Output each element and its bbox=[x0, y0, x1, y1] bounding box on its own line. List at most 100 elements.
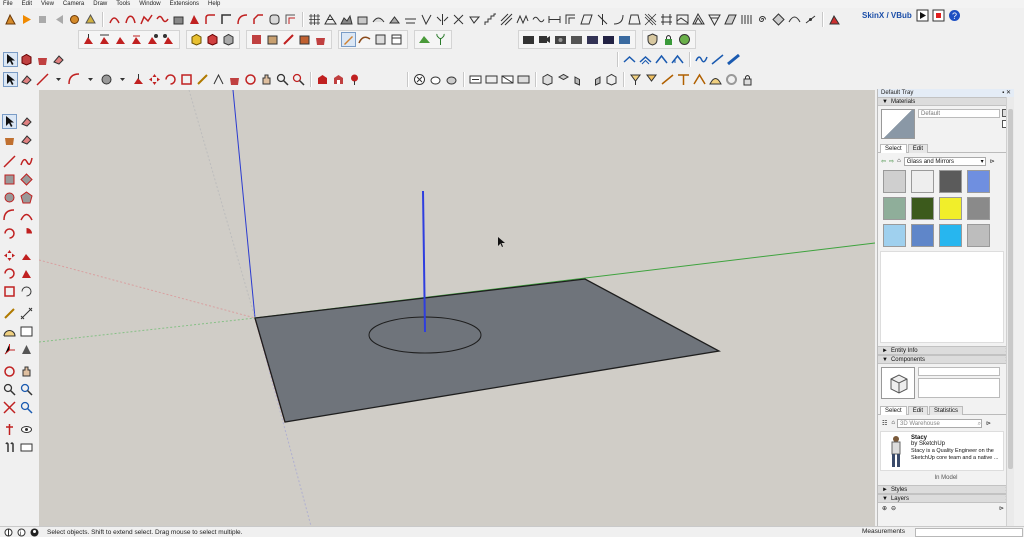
material-swatch-blue-cloud-glass[interactable] bbox=[911, 224, 934, 247]
corner-icon[interactable] bbox=[219, 12, 234, 27]
zoom-icon[interactable] bbox=[275, 72, 290, 87]
roof-blue-icon[interactable] bbox=[670, 52, 685, 67]
material-swatch-clear-glass[interactable] bbox=[883, 170, 906, 193]
left-move-icon[interactable] bbox=[2, 248, 17, 263]
tray-pin-icon[interactable]: ▪ ✕ bbox=[1002, 89, 1011, 97]
pan-icon[interactable] bbox=[259, 72, 274, 87]
left-3dtext-icon[interactable] bbox=[19, 342, 34, 357]
polyline-icon[interactable] bbox=[139, 12, 154, 27]
offset-icon[interactable] bbox=[283, 12, 298, 27]
curve-brown-icon[interactable] bbox=[357, 32, 372, 47]
push-pull-red-icon[interactable] bbox=[81, 32, 96, 47]
bevel-red-icon[interactable] bbox=[129, 32, 144, 47]
left-pan-icon[interactable] bbox=[19, 364, 34, 379]
left-arc-icon[interactable] bbox=[2, 208, 17, 223]
hatch-icon[interactable] bbox=[499, 12, 514, 27]
package-icon[interactable] bbox=[297, 32, 312, 47]
bezier-icon[interactable] bbox=[123, 12, 138, 27]
push-pull-icon[interactable] bbox=[131, 72, 146, 87]
export-icon[interactable] bbox=[617, 32, 632, 47]
section-plane-icon[interactable] bbox=[468, 72, 483, 87]
details-icon[interactable]: ⊳ bbox=[990, 158, 995, 165]
credits-icon[interactable]: i bbox=[17, 528, 26, 537]
forward-icon[interactable]: ⇨ bbox=[889, 158, 894, 165]
materials-tab-select[interactable]: Select bbox=[880, 144, 907, 153]
shield-icon[interactable] bbox=[645, 32, 660, 47]
menu-extensions[interactable]: Extensions bbox=[170, 0, 199, 8]
entity-info-header[interactable]: ►Entity Info ✕ bbox=[878, 346, 1014, 355]
video-icon[interactable] bbox=[537, 32, 552, 47]
material-name-field[interactable]: Default bbox=[918, 109, 1000, 118]
twist-icon[interactable] bbox=[595, 12, 610, 27]
left-zoomwin-icon[interactable] bbox=[19, 382, 34, 397]
front-view-icon[interactable] bbox=[572, 72, 587, 87]
view-options-icon[interactable]: ☷ bbox=[882, 420, 887, 427]
teapot-icon[interactable] bbox=[428, 72, 443, 87]
left-protractor-icon[interactable] bbox=[2, 324, 17, 339]
material-swatch-yellow-glass[interactable] bbox=[939, 197, 962, 220]
left-erase2-icon[interactable] bbox=[19, 132, 34, 147]
tape-icon[interactable] bbox=[195, 72, 210, 87]
section-display-icon[interactable] bbox=[484, 72, 499, 87]
pencil-orange-icon[interactable] bbox=[341, 31, 356, 47]
rewind-icon[interactable] bbox=[51, 12, 66, 27]
skinx-play-icon[interactable] bbox=[915, 8, 930, 23]
left-followme-icon[interactable] bbox=[19, 266, 34, 281]
left-dimension-icon[interactable] bbox=[19, 306, 34, 321]
sheet-icon[interactable] bbox=[373, 32, 388, 47]
details-icon[interactable]: ⊳ bbox=[999, 505, 1004, 512]
box-grey-icon[interactable] bbox=[221, 32, 236, 47]
output-icon[interactable] bbox=[585, 32, 600, 47]
component-list-item[interactable]: Stacy by SketchUp Stacy is a Quality Eng… bbox=[880, 431, 1004, 471]
array-icon[interactable] bbox=[467, 12, 482, 27]
left-rotate-icon[interactable] bbox=[2, 266, 17, 281]
remove-layer-icon[interactable]: ⊖ bbox=[891, 505, 896, 512]
zigzag-icon[interactable] bbox=[515, 12, 530, 27]
stamp-icon[interactable] bbox=[387, 12, 402, 27]
follow-red-icon[interactable] bbox=[97, 32, 112, 47]
home-icon[interactable]: ⌂ bbox=[891, 420, 895, 426]
menu-window[interactable]: Window bbox=[139, 0, 160, 8]
scissor-icon[interactable] bbox=[451, 12, 466, 27]
render-icon[interactable] bbox=[553, 32, 568, 47]
material-swatch-blue-glass[interactable] bbox=[967, 170, 990, 193]
components-header[interactable]: ▼Components ✕ bbox=[878, 355, 1014, 364]
left-circle-icon[interactable] bbox=[2, 190, 17, 205]
gallery-icon[interactable] bbox=[675, 12, 690, 27]
iso-view-icon[interactable] bbox=[540, 72, 555, 87]
left-offset-icon[interactable] bbox=[19, 284, 34, 299]
chamfer-icon[interactable] bbox=[251, 12, 266, 27]
crane-icon[interactable] bbox=[660, 72, 675, 87]
smoove-icon[interactable] bbox=[371, 12, 386, 27]
materials-tab-edit[interactable]: Edit bbox=[907, 144, 929, 153]
left-polygon-icon[interactable] bbox=[19, 190, 34, 205]
left-arc3-icon[interactable] bbox=[2, 226, 17, 241]
material-swatch-mirror-tiles[interactable] bbox=[939, 170, 962, 193]
taper-icon[interactable] bbox=[627, 12, 642, 27]
select-tool-icon[interactable] bbox=[3, 71, 18, 87]
shell-red-icon[interactable] bbox=[145, 32, 160, 47]
sun-icon[interactable] bbox=[644, 72, 659, 87]
add-layer-icon[interactable]: ⊕ bbox=[882, 505, 887, 512]
left-rotrect-icon[interactable] bbox=[19, 172, 34, 187]
settings-icon[interactable] bbox=[67, 12, 82, 27]
ring-icon[interactable] bbox=[724, 72, 739, 87]
shape-icon[interactable] bbox=[187, 12, 202, 27]
skinx-label[interactable]: SkinX / VBub bbox=[862, 11, 912, 20]
material-swatch-speckled-glass[interactable] bbox=[967, 224, 990, 247]
components-tab-edit[interactable]: Edit bbox=[907, 406, 929, 415]
layers-header[interactable]: ▼Layers ✕ bbox=[878, 494, 1014, 503]
scale-tool-icon[interactable] bbox=[179, 72, 194, 87]
arc-tool-icon[interactable] bbox=[67, 72, 82, 87]
pin-icon[interactable] bbox=[347, 72, 362, 87]
menu-help[interactable]: Help bbox=[208, 0, 220, 8]
tray-scrollbar[interactable] bbox=[1006, 97, 1014, 526]
left-freehand-icon[interactable] bbox=[19, 154, 34, 169]
text-tool-icon[interactable] bbox=[211, 72, 226, 87]
left-arc2-icon[interactable] bbox=[19, 208, 34, 223]
menu-edit[interactable]: Edit bbox=[22, 0, 32, 8]
menu-file[interactable]: File bbox=[3, 0, 13, 8]
drape-icon[interactable] bbox=[403, 12, 418, 27]
wave-blue-icon[interactable] bbox=[694, 52, 709, 67]
material-swatch-dark-green-glass[interactable] bbox=[911, 197, 934, 220]
